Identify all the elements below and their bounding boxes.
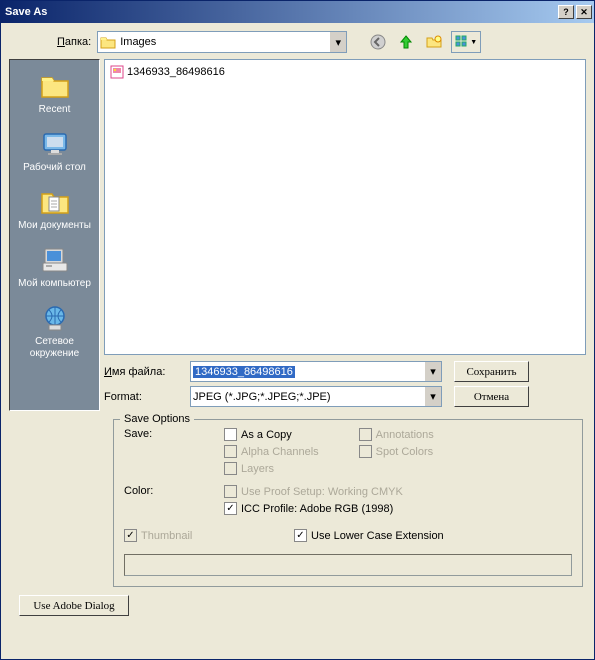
- chevron-down-icon[interactable]: ▾: [329, 32, 346, 52]
- options-legend: Save Options: [120, 413, 194, 425]
- lookin-label: Папка:: [57, 36, 91, 48]
- up-button[interactable]: [395, 31, 417, 53]
- places-sidebar: Recent Рабочий стол Мои документы Мой ко…: [9, 59, 100, 411]
- save-as-dialog: Save As ? ✕ Папка: Images ▾ ▼: [0, 0, 595, 660]
- save-button[interactable]: Сохранить: [454, 361, 529, 382]
- back-button[interactable]: [367, 31, 389, 53]
- image-file-icon: [110, 65, 124, 79]
- filename-label: Имя файла:: [104, 366, 184, 378]
- lookin-combo[interactable]: Images ▾: [97, 31, 347, 53]
- sidebar-item-network[interactable]: Сетевое окружение: [12, 298, 97, 364]
- format-label: Format:: [104, 391, 184, 403]
- file-list[interactable]: 1346933_86498616: [104, 59, 586, 355]
- annotations-checkbox: [359, 428, 372, 441]
- format-combo[interactable]: JPEG (*.JPG;*.JPEG;*.JPE) ▾: [190, 386, 442, 407]
- use-adobe-dialog-button[interactable]: Use Adobe Dialog: [19, 595, 129, 616]
- desktop-icon: [39, 128, 71, 160]
- documents-icon: [39, 186, 71, 218]
- help-button[interactable]: ?: [558, 5, 574, 19]
- titlebar: Save As ? ✕: [1, 1, 594, 23]
- sidebar-item-recent[interactable]: Recent: [12, 66, 97, 120]
- sidebar-item-mycomp[interactable]: Мой компьютер: [12, 240, 97, 294]
- alpha-checkbox: [224, 445, 237, 458]
- save-label: Save:: [124, 428, 224, 479]
- window-title: Save As: [5, 6, 558, 18]
- thumbnail-checkbox: ✓: [124, 529, 137, 542]
- icc-checkbox[interactable]: ✓: [224, 502, 237, 515]
- computer-icon: [39, 244, 71, 276]
- description-box: [124, 554, 572, 576]
- new-folder-button[interactable]: [423, 31, 445, 53]
- layers-checkbox: [224, 462, 237, 475]
- save-options-group: Save Options Save: As a Copy Alpha Chann…: [113, 419, 583, 587]
- proof-checkbox: [224, 485, 237, 498]
- sidebar-item-desktop[interactable]: Рабочий стол: [12, 124, 97, 178]
- lookin-value: Images: [120, 36, 156, 48]
- folder-recent-icon: [39, 70, 71, 102]
- file-item[interactable]: 1346933_86498616: [109, 64, 581, 80]
- views-button[interactable]: ▼: [451, 31, 481, 53]
- spot-checkbox: [359, 445, 372, 458]
- chevron-down-icon[interactable]: ▾: [424, 387, 441, 406]
- as-copy-checkbox[interactable]: [224, 428, 237, 441]
- filename-combo[interactable]: 1346933_86498616 ▾: [190, 361, 442, 382]
- close-button[interactable]: ✕: [576, 5, 592, 19]
- cancel-button[interactable]: Отмена: [454, 386, 529, 407]
- chevron-down-icon[interactable]: ▾: [424, 362, 441, 381]
- network-icon: [39, 302, 71, 334]
- folder-icon: [100, 35, 116, 49]
- color-label: Color:: [124, 485, 224, 519]
- lowercase-checkbox[interactable]: ✓: [294, 529, 307, 542]
- sidebar-item-mydocs[interactable]: Мои документы: [12, 182, 97, 236]
